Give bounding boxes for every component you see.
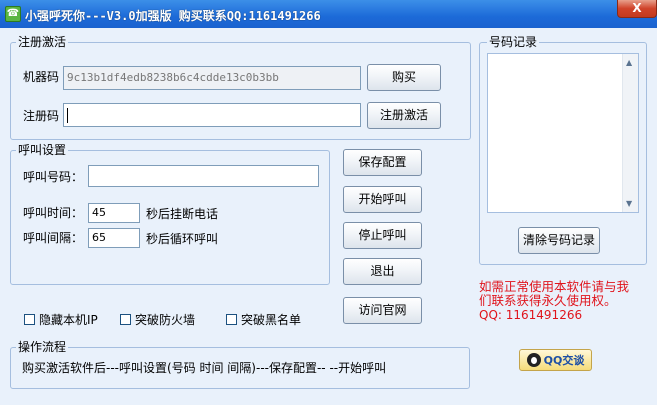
call-number-input[interactable] — [88, 165, 319, 187]
qq-penguin-icon — [526, 353, 541, 367]
hide-ip-box[interactable] — [24, 314, 35, 325]
call-time-input[interactable]: 45 — [88, 203, 140, 223]
scroll-up-icon[interactable]: ▲ — [626, 58, 632, 67]
blacklist-box[interactable] — [226, 314, 237, 325]
call-settings-legend: 呼叫设置 — [16, 143, 69, 157]
start-call-button[interactable]: 开始呼叫 — [343, 186, 422, 213]
firewall-checkbox[interactable]: 突破防火墙 — [120, 311, 195, 328]
blacklist-label: 突破黑名单 — [241, 313, 302, 327]
qq-chat-button[interactable]: QQ交谈 — [519, 349, 592, 371]
records-legend: 号码记录 — [487, 35, 540, 49]
text-caret — [67, 108, 68, 123]
call-number-label: 呼叫号码： — [23, 170, 84, 184]
close-button[interactable]: X — [617, 0, 657, 18]
records-list[interactable]: ▲ ▼ — [487, 53, 639, 213]
reg-code-label: 注册码 — [23, 109, 60, 123]
call-interval-input[interactable]: 65 — [88, 228, 140, 248]
activate-button[interactable]: 注册激活 — [367, 102, 441, 129]
clear-records-button[interactable]: 清除号码记录 — [518, 227, 600, 254]
app-icon: ☎ — [5, 6, 21, 22]
stop-call-button[interactable]: 停止呼叫 — [343, 222, 422, 249]
machine-code-field[interactable]: 9c13b1df4edb8238b6c4cdde13c0b3bb — [63, 66, 361, 90]
hide-ip-label: 隐藏本机IP — [39, 313, 98, 327]
exit-button[interactable]: 退出 — [343, 258, 422, 285]
firewall-label: 突破防火墙 — [135, 313, 196, 327]
promo-qq: QQ: 1161491266 — [479, 308, 583, 322]
reg-code-field[interactable] — [63, 103, 361, 127]
buy-button[interactable]: 购买 — [367, 64, 441, 91]
promo-line-1: 如需正常使用本软件请与我 — [479, 279, 630, 294]
call-time-label: 呼叫时间： — [23, 206, 84, 220]
call-interval-suffix: 秒后循环呼叫 — [146, 232, 219, 246]
machine-code-label: 机器码 — [23, 70, 60, 84]
process-text: 购买激活软件后---呼叫设置(号码 时间 间隔)---保存配置-- --开始呼叫 — [22, 361, 387, 375]
registration-legend: 注册激活 — [16, 35, 69, 49]
qq-chat-label: QQ交谈 — [543, 354, 585, 367]
hide-ip-checkbox[interactable]: 隐藏本机IP — [24, 311, 98, 328]
save-config-button[interactable]: 保存配置 — [343, 149, 422, 176]
blacklist-checkbox[interactable]: 突破黑名单 — [226, 311, 301, 328]
visit-website-button[interactable]: 访问官网 — [343, 297, 422, 324]
firewall-box[interactable] — [120, 314, 131, 325]
window-title: 小强呼死你---V3.0加强版 购买联系QQ:1161491266 — [25, 9, 321, 23]
promo-line-2: 们联系获得永久使用权。 — [479, 293, 617, 308]
call-interval-label: 呼叫间隔： — [23, 231, 84, 245]
process-legend: 操作流程 — [16, 340, 69, 354]
records-scrollbar[interactable]: ▲ ▼ — [622, 54, 638, 212]
call-time-suffix: 秒后挂断电话 — [146, 207, 219, 221]
title-bar: ☎ 小强呼死你---V3.0加强版 购买联系QQ:1161491266 X — [0, 0, 657, 28]
scroll-down-icon[interactable]: ▼ — [626, 199, 632, 208]
